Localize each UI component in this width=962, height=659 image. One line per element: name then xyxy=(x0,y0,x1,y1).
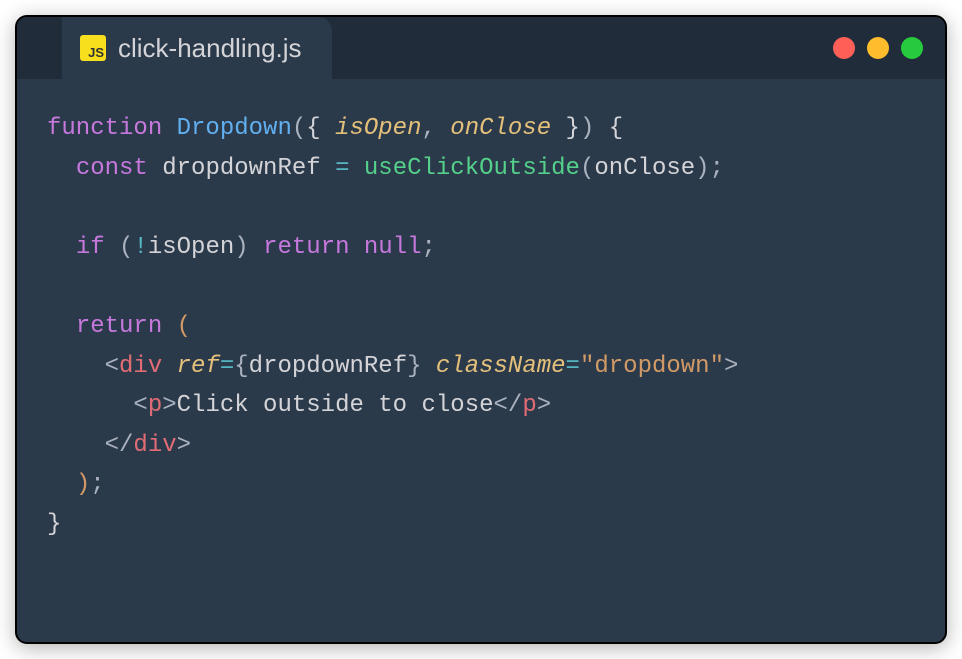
angle-close: > xyxy=(724,353,738,380)
brace-open: { xyxy=(234,353,248,380)
function-name: Dropdown xyxy=(177,115,292,142)
window-maximize-button[interactable] xyxy=(901,37,923,59)
keyword-const: const xyxy=(76,155,148,182)
operator-equals: = xyxy=(335,155,349,182)
jsx-tag-div: div xyxy=(119,353,162,380)
brace-open: { xyxy=(306,115,320,142)
paren-open: ( xyxy=(292,115,306,142)
code-line-1: function Dropdown({ isOpen, onClose }) { xyxy=(47,115,623,142)
keyword-if: if xyxy=(76,234,105,261)
function-call: useClickOutside xyxy=(364,155,580,182)
jsx-attr-classname: className xyxy=(436,353,566,380)
code-line-8: <p>Click outside to close</p> xyxy=(47,392,551,419)
operator-equals: = xyxy=(220,353,234,380)
code-line-4: if (!isOpen) return null; xyxy=(47,234,436,261)
arg-onclose: onClose xyxy=(594,155,695,182)
jsx-attr-ref: ref xyxy=(177,353,220,380)
angle-close: > xyxy=(162,392,176,419)
variable-isopen: isOpen xyxy=(148,234,234,261)
keyword-function: function xyxy=(47,115,162,142)
paren-close: ) xyxy=(695,155,709,182)
brace-close: } xyxy=(566,115,580,142)
code-line-7: <div ref={dropdownRef} className="dropdo… xyxy=(47,353,738,380)
jsx-text-content: Click outside to close xyxy=(177,392,494,419)
code-line-2: const dropdownRef = useClickOutside(onCl… xyxy=(47,155,724,182)
angle-close: > xyxy=(537,392,551,419)
window-minimize-button[interactable] xyxy=(867,37,889,59)
js-file-icon: JS xyxy=(80,35,106,61)
angle-open: < xyxy=(133,392,147,419)
code-line-10: ); xyxy=(47,471,105,498)
editor-window: JS click-handling.js function Dropdown({… xyxy=(15,15,947,644)
code-line-11: } xyxy=(47,511,61,538)
variable-dropdownref: dropdownRef xyxy=(162,155,320,182)
paren-open: ( xyxy=(580,155,594,182)
paren-close: ) xyxy=(234,234,248,261)
filename-label: click-handling.js xyxy=(118,33,302,64)
operator-equals: = xyxy=(566,353,580,380)
keyword-null: null xyxy=(364,234,422,261)
titlebar: JS click-handling.js xyxy=(17,17,945,79)
window-controls xyxy=(833,37,923,59)
angle-open: </ xyxy=(105,432,134,459)
semicolon: ; xyxy=(90,471,104,498)
angle-close: > xyxy=(177,432,191,459)
angle-open: < xyxy=(105,353,119,380)
paren-close: ) xyxy=(76,471,90,498)
code-line-9: </div> xyxy=(47,432,191,459)
brace-open: { xyxy=(609,115,623,142)
jsx-tag-p: p xyxy=(148,392,162,419)
semicolon: ; xyxy=(422,234,436,261)
jsx-string-dropdown: "dropdown" xyxy=(580,353,724,380)
code-editor[interactable]: function Dropdown({ isOpen, onClose }) {… xyxy=(17,79,945,575)
keyword-return: return xyxy=(76,313,162,340)
comma: , xyxy=(421,115,435,142)
semicolon: ; xyxy=(710,155,724,182)
param-onclose: onClose xyxy=(450,115,551,142)
paren-close: ) xyxy=(580,115,594,142)
file-tab[interactable]: JS click-handling.js xyxy=(62,17,332,79)
code-line-6: return ( xyxy=(47,313,191,340)
paren-open: ( xyxy=(177,313,191,340)
jsx-tag-div-close: div xyxy=(133,432,176,459)
keyword-return: return xyxy=(263,234,349,261)
brace-close: } xyxy=(407,353,421,380)
jsx-tag-p-close: p xyxy=(522,392,536,419)
param-isopen: isOpen xyxy=(335,115,421,142)
brace-close: } xyxy=(47,511,61,538)
angle-open: </ xyxy=(494,392,523,419)
window-close-button[interactable] xyxy=(833,37,855,59)
jsx-value-dropdownref: dropdownRef xyxy=(249,353,407,380)
paren-open: ( xyxy=(119,234,133,261)
operator-not: ! xyxy=(133,234,147,261)
